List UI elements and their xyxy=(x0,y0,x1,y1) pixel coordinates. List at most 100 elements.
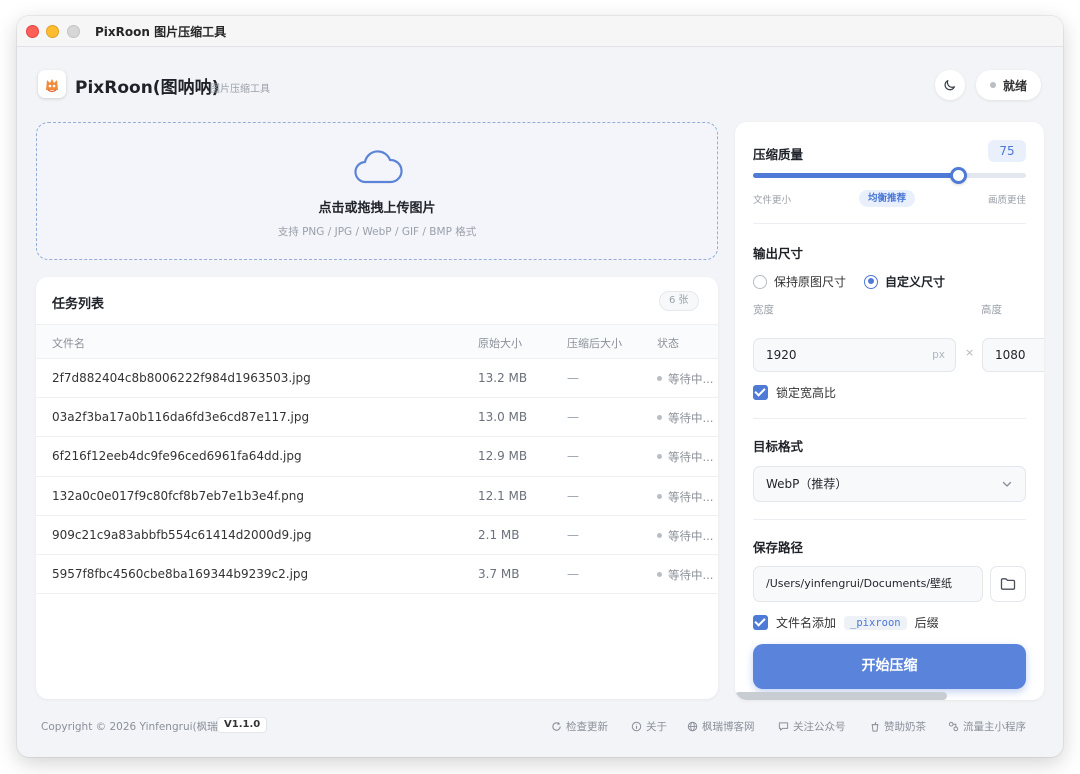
status-dot xyxy=(657,454,662,460)
original-size: 2.1 MB xyxy=(478,527,520,542)
status-dot xyxy=(989,82,996,88)
mini-program-icon xyxy=(948,721,959,732)
cloud-upload-icon xyxy=(354,150,403,184)
height-input[interactable]: 1080 xyxy=(982,338,1044,372)
divider xyxy=(753,418,1026,419)
compressed-size: — xyxy=(567,410,579,425)
close-window-button[interactable] xyxy=(26,25,39,38)
upload-dropzone[interactable]: 点击或拖拽上传图片 支持 PNG / JPG / WebP / GIF / BM… xyxy=(36,122,718,260)
zoom-window-button[interactable] xyxy=(67,25,80,38)
info-icon xyxy=(631,721,642,732)
width-input[interactable]: 1920 px xyxy=(753,338,956,372)
copyright-text: Copyright © 2026 Yinfengrui(枫瑞) xyxy=(41,721,222,733)
table-row[interactable]: 909c21c9a83abbfb554c61414d2000d9.jpg 2.1… xyxy=(36,516,718,555)
height-label: 高度 xyxy=(981,304,1002,316)
app-window: PixRoon 图片压缩工具 PixRoon(图呐呐) 图片压缩工具 就绪 点击… xyxy=(17,16,1063,757)
settings-panel: 压缩质量 75 文件更小 均衡推荐 画质更佳 输出尺寸 保持原图尺寸 自定义尺寸… xyxy=(735,122,1044,700)
choose-folder-button[interactable] xyxy=(990,566,1026,602)
table-row[interactable]: 03a2f3ba17a0b116da6fd3e6cd87e117.jpg 13.… xyxy=(36,398,718,438)
file-name: 5957f8fbc4560cbe8ba169344b9239c2.jpg xyxy=(52,566,309,581)
minimize-window-button[interactable] xyxy=(46,25,59,38)
compressed-size: — xyxy=(567,488,579,503)
start-compress-button[interactable]: 开始压缩 xyxy=(753,644,1026,689)
window-title: PixRoon 图片压缩工具 xyxy=(95,25,227,39)
task-status: 等待中... xyxy=(657,567,713,583)
original-size: 13.2 MB xyxy=(478,371,528,385)
file-name: 909c21c9a83abbfb554c61414d2000d9.jpg xyxy=(52,527,312,542)
check-update-link[interactable]: 检查更新 xyxy=(551,719,608,734)
width-value: 1920 xyxy=(766,348,797,362)
follow-account-link[interactable]: 关注公众号 xyxy=(778,719,846,734)
app-logo-icon xyxy=(38,70,66,98)
status-dot xyxy=(657,415,662,421)
original-size: 3.7 MB xyxy=(478,566,520,581)
format-selected-value: WebP（推荐） xyxy=(766,477,848,491)
task-status: 等待中... xyxy=(657,410,713,426)
globe-icon xyxy=(687,721,698,732)
file-name: 03a2f3ba17a0b116da6fd3e6cd87e117.jpg xyxy=(52,410,310,425)
table-row[interactable]: 132a0c0e017f9c80fcf8b7eb7e1b3e4f.png 12.… xyxy=(36,477,718,516)
quality-slider-handle[interactable] xyxy=(949,167,967,184)
mini-program-link[interactable]: 流量主小程序 xyxy=(948,719,1026,734)
moon-icon xyxy=(944,80,955,91)
lock-ratio-checkbox[interactable]: 锁定宽高比 xyxy=(753,384,836,401)
task-status: 等待中... xyxy=(657,489,713,505)
quality-max-label: 画质更佳 xyxy=(987,195,1026,206)
horizontal-scrollbar[interactable] xyxy=(735,692,947,700)
title-bar: PixRoon 图片压缩工具 xyxy=(17,16,1063,47)
task-status: 等待中... xyxy=(657,528,713,544)
chat-bubble-icon xyxy=(778,722,789,731)
upload-title: 点击或拖拽上传图片 xyxy=(318,201,436,216)
refresh-icon xyxy=(552,722,561,731)
custom-size-radio[interactable]: 自定义尺寸 xyxy=(864,273,945,290)
blog-link[interactable]: 枫瑞博客网 xyxy=(687,719,755,734)
radio-circle xyxy=(864,274,878,289)
format-select[interactable]: WebP（推荐） xyxy=(753,466,1026,502)
sponsor-link[interactable]: 赞助奶茶 xyxy=(870,719,926,734)
task-status: 等待中... xyxy=(657,449,713,465)
status-dot xyxy=(657,493,662,499)
table-row[interactable]: 5957f8fbc4560cbe8ba169344b9239c2.jpg 3.7… xyxy=(36,555,718,595)
status-badge: 就绪 xyxy=(976,70,1041,100)
status-dot xyxy=(657,532,662,538)
quality-min-label: 文件更小 xyxy=(753,195,792,206)
column-header-status: 状态 xyxy=(657,337,679,350)
task-list-title: 任务列表 xyxy=(52,297,105,312)
status-dot xyxy=(657,571,662,577)
table-row[interactable]: 6f216f12eeb4dc9fe96ced6961fa64dd.jpg 12.… xyxy=(36,437,718,477)
folder-icon xyxy=(1000,578,1016,590)
save-path-value: /Users/yinfengrui/Documents/壁纸 xyxy=(766,577,953,590)
quality-scale: 文件更小 均衡推荐 画质更佳 xyxy=(753,190,1026,208)
compressed-size: — xyxy=(567,449,579,464)
app-name: PixRoon(图呐呐) xyxy=(75,78,220,98)
chevron-down-icon xyxy=(1002,481,1012,487)
save-path-label: 保存路径 xyxy=(753,540,804,555)
table-header: 文件名 原始大小 压缩后大小 状态 xyxy=(36,324,718,359)
target-format-label: 目标格式 xyxy=(753,439,804,454)
table-row[interactable]: 2f7d882404c8b8006222f984d1963503.jpg 13.… xyxy=(36,359,718,399)
task-status: 等待中... xyxy=(657,371,713,387)
theme-toggle-button[interactable] xyxy=(935,70,965,100)
quality-mid-label: 均衡推荐 xyxy=(859,190,916,207)
quality-slider-fill xyxy=(753,173,958,178)
filename-suffix-checkbox[interactable]: 文件名添加 _pixroon 后缀 xyxy=(753,614,939,631)
compressed-size: — xyxy=(567,527,579,542)
width-label: 宽度 xyxy=(753,304,774,316)
footer: Copyright © 2026 Yinfengrui(枫瑞) V1.1.0 检… xyxy=(17,716,1063,736)
keep-original-size-radio[interactable]: 保持原图尺寸 xyxy=(753,273,846,290)
task-list-panel: 任务列表 6 张 文件名 原始大小 压缩后大小 状态 2f7d882404c8b… xyxy=(36,277,718,699)
radio-label: 自定义尺寸 xyxy=(885,275,946,289)
save-path-input[interactable]: /Users/yinfengrui/Documents/壁纸 xyxy=(753,566,983,602)
status-text: 就绪 xyxy=(1002,78,1027,93)
cup-icon xyxy=(871,721,879,732)
column-header-name: 文件名 xyxy=(52,337,85,350)
original-size: 12.1 MB xyxy=(478,488,528,503)
version-badge: V1.1.0 xyxy=(217,717,268,733)
upload-hint: 支持 PNG / JPG / WebP / GIF / BMP 格式 xyxy=(277,226,477,238)
suffix-code: _pixroon xyxy=(844,615,907,630)
about-link[interactable]: 关于 xyxy=(631,719,667,734)
quality-label: 压缩质量 xyxy=(753,147,804,162)
quality-slider[interactable] xyxy=(753,167,1026,184)
suffix-after-text: 后缀 xyxy=(914,616,939,630)
task-rows: 2f7d882404c8b8006222f984d1963503.jpg 13.… xyxy=(36,359,718,595)
